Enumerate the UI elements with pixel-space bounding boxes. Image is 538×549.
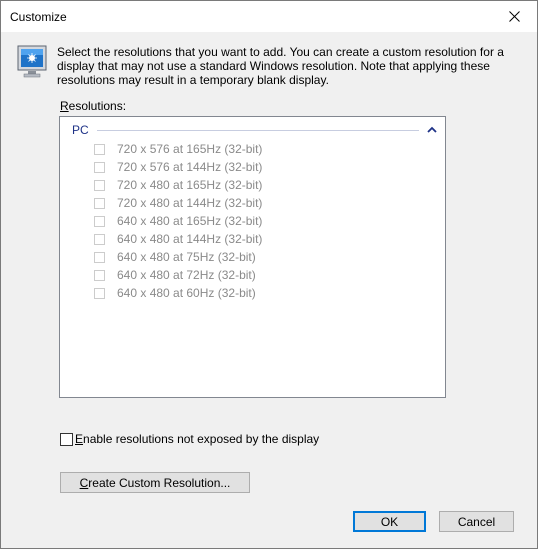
cancel-button[interactable]: Cancel [439,511,514,532]
resolution-checkbox[interactable] [94,269,105,281]
window-title: Customize [10,10,67,24]
resolution-item[interactable]: 640 x 480 at 144Hz (32-bit) [94,230,262,248]
resolution-item[interactable]: 720 x 576 at 144Hz (32-bit) [94,158,262,176]
resolution-item[interactable]: 720 x 480 at 165Hz (32-bit) [94,176,262,194]
resolution-checkbox[interactable] [94,215,105,227]
resolution-item[interactable]: 640 x 480 at 75Hz (32-bit) [94,248,262,266]
resolution-label: 640 x 480 at 75Hz (32-bit) [117,250,256,264]
resolution-checkbox[interactable] [94,233,105,245]
description-text: Select the resolutions that you want to … [57,45,504,87]
monitor-icon [17,45,47,78]
resolution-item[interactable]: 640 x 480 at 72Hz (32-bit) [94,266,262,284]
resolution-checkbox[interactable] [94,179,105,191]
chevron-up-icon[interactable] [427,126,437,134]
customize-dialog: Customize Select the resolutions that yo… [0,0,538,549]
create-custom-resolution-button[interactable]: Create Custom Resolution... [60,472,250,493]
resolution-item[interactable]: 720 x 576 at 165Hz (32-bit) [94,140,262,158]
ok-button[interactable]: OK [353,511,426,532]
resolution-label: 720 x 576 at 144Hz (32-bit) [117,160,263,174]
group-header-pc[interactable]: PC [72,123,437,137]
resolution-items: 720 x 576 at 165Hz (32-bit) 720 x 576 at… [94,140,262,302]
resolution-label: 720 x 480 at 144Hz (32-bit) [117,196,263,210]
resolution-label: 640 x 480 at 165Hz (32-bit) [117,214,263,228]
resolution-label: 640 x 480 at 72Hz (32-bit) [117,268,256,282]
resolution-item[interactable]: 640 x 480 at 60Hz (32-bit) [94,284,262,302]
resolution-label: 640 x 480 at 144Hz (32-bit) [117,232,263,246]
group-divider [96,129,419,131]
enable-unexposed-label: Enable resolutions not exposed by the di… [75,432,320,446]
resolution-label: 720 x 576 at 165Hz (32-bit) [117,142,263,156]
resolution-checkbox[interactable] [94,197,105,209]
resolution-checkbox[interactable] [94,161,105,173]
resolution-label: 640 x 480 at 60Hz (32-bit) [117,286,256,300]
resolution-item[interactable]: 720 x 480 at 144Hz (32-bit) [94,194,262,212]
group-title: PC [72,123,89,137]
resolution-item[interactable]: 640 x 480 at 165Hz (32-bit) [94,212,262,230]
resolution-checkbox[interactable] [94,251,105,263]
title-bar: Customize [1,1,537,32]
resolution-checkbox[interactable] [94,143,105,155]
resolution-checkbox[interactable] [94,287,105,299]
enable-unexposed-row[interactable]: Enable resolutions not exposed by the di… [60,432,319,446]
resolutions-label: Resolutions: [60,99,127,113]
resolution-label: 720 x 480 at 165Hz (32-bit) [117,178,263,192]
close-button[interactable] [491,1,537,32]
resolutions-list[interactable]: PC 720 x 576 at 165Hz (32-bit) 720 x 576… [59,116,446,398]
close-icon [508,11,520,22]
enable-unexposed-checkbox[interactable] [60,432,73,446]
